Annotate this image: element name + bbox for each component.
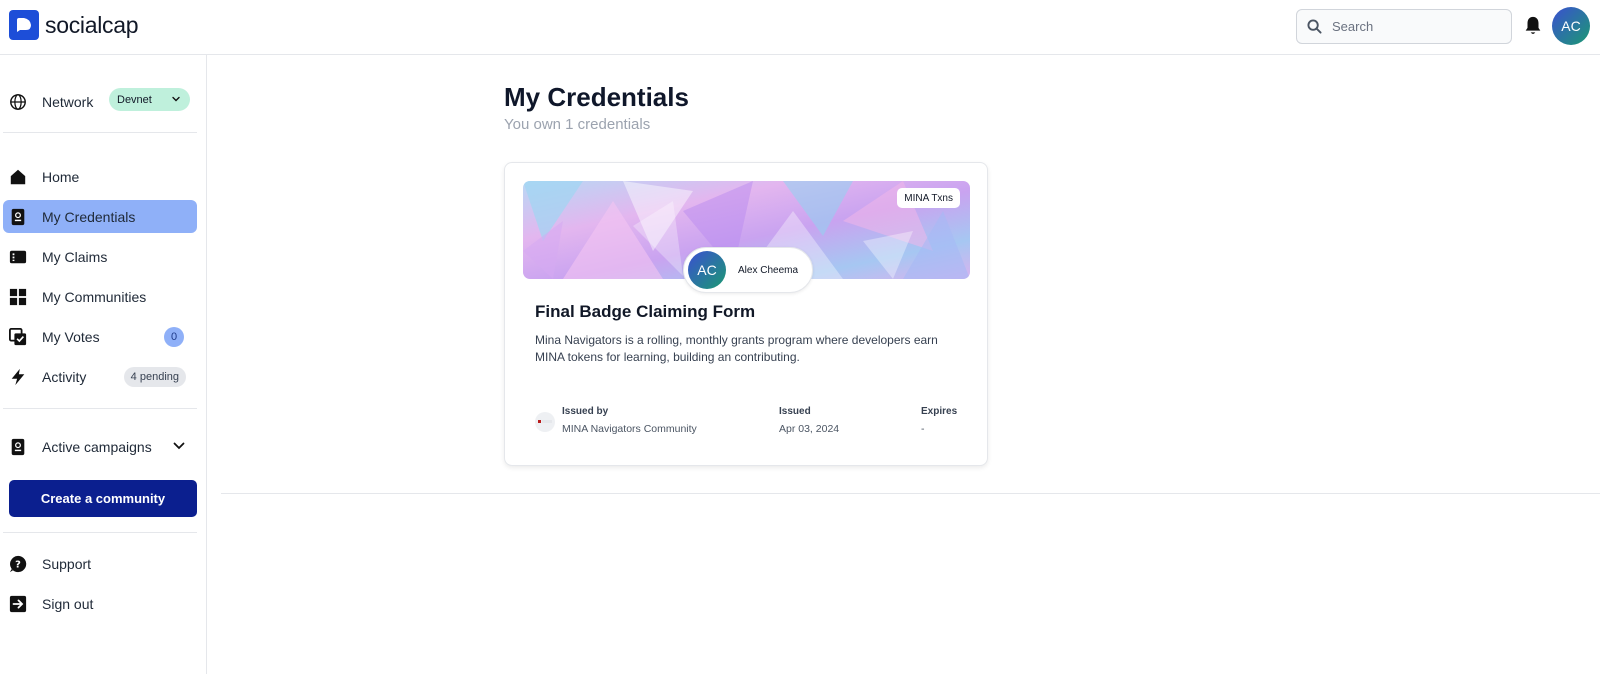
network-value: Devnet [117,93,152,106]
owner-avatar: AC [688,251,726,289]
sign-out-icon [9,595,27,613]
credential-tag: MINA Txns [897,188,960,208]
app-logo[interactable]: socialcap [9,10,138,40]
sidebar-item-activity[interactable]: Activity 4 pending [3,360,197,393]
page-subtitle: You own 1 credentials [504,116,651,133]
credential-title: Final Badge Claiming Form [535,302,756,321]
credential-icon [9,438,27,456]
network-dropdown[interactable]: Devnet [109,88,190,111]
sidebar-item-label: Sign out [42,595,94,612]
active-campaigns-toggle[interactable]: Active campaigns [3,430,197,463]
sidebar-divider [3,132,197,133]
notifications-bell-icon[interactable] [1522,15,1544,37]
issued-label: Issued [779,406,811,417]
owner-name: Alex Cheema [738,264,799,276]
grid-icon [9,288,27,306]
content-divider [221,493,1600,494]
votes-icon [9,327,27,346]
expires-label: Expires [921,406,958,417]
sidebar-item-sign-out[interactable]: Sign out [3,587,197,620]
credential-description: Mina Navigators is a rolling, monthly gr… [535,333,938,364]
credential-card[interactable]: MINA Txns AC Alex Cheema Final Badge Cla… [504,162,988,466]
active-campaigns-label: Active campaigns [42,438,152,455]
sidebar-item-my-votes[interactable]: My Votes 0 [3,320,197,353]
sidebar-item-support[interactable]: ? Support [3,547,197,580]
sidebar-item-my-communities[interactable]: My Communities [3,280,197,313]
search-box[interactable] [1296,9,1512,44]
svg-text:?: ? [15,559,21,570]
home-icon [9,168,27,186]
issued-date: Apr 03, 2024 [779,423,840,435]
sidebar-item-label: My Claims [42,248,108,265]
sidebar-item-label: My Communities [42,288,147,305]
sidebar-item-home[interactable]: Home [3,160,197,193]
logo-mark-icon [9,10,39,40]
chevron-down-icon [172,96,180,102]
sidebar-divider [3,408,197,409]
globe-icon [9,93,27,111]
credential-owner: AC Alex Cheema [683,247,813,293]
issued-by-label: Issued by [562,406,609,417]
sidebar-item-my-claims[interactable]: My Claims [3,240,197,273]
top-bar: socialcap AC [0,0,1600,55]
pending-badge: 4 pending [123,366,186,387]
help-icon: ? [9,555,27,573]
issuer-logo-icon [535,412,555,432]
sidebar: Network Devnet Home My Credentials My Cl… [0,55,207,674]
votes-count-badge: 0 [164,326,184,347]
expires-value: - [921,423,925,435]
sidebar-item-label: Support [42,555,92,572]
app-name: socialcap [45,11,139,38]
sidebar-item-label: My Votes [42,328,100,345]
credential-icon [9,208,27,226]
network-label: Network [42,93,94,110]
chevron-down-icon [173,442,185,450]
claims-icon [9,248,27,266]
sidebar-item-label: Home [42,168,80,185]
sidebar-item-label: My Credentials [42,208,136,225]
sidebar-item-label: Activity [42,368,87,385]
search-icon [1307,19,1322,34]
user-avatar[interactable]: AC [1552,7,1590,45]
page-title: My Credentials [504,82,689,112]
search-input[interactable] [1332,19,1502,34]
sidebar-item-my-credentials[interactable]: My Credentials [3,200,197,233]
sidebar-divider [3,532,197,533]
bolt-icon [9,368,27,386]
create-community-button[interactable]: Create a community [9,480,197,517]
issued-by-value: MINA Navigators Community [562,423,697,435]
